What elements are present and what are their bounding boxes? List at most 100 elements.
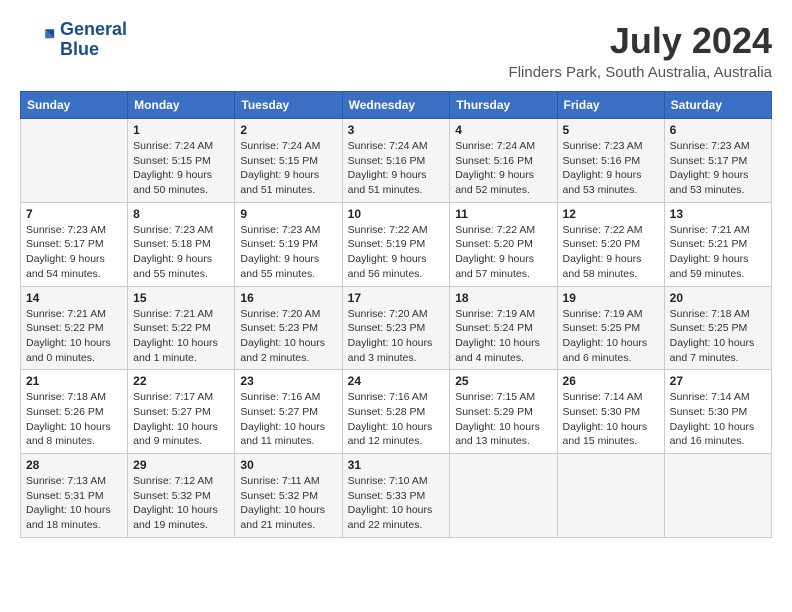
title-area: July 2024 Flinders Park, South Australia… [509, 20, 772, 81]
day-info: Sunrise: 7:11 AMSunset: 5:32 PMDaylight:… [240, 474, 336, 533]
week-row-3: 14 Sunrise: 7:21 AMSunset: 5:22 PMDayligh… [21, 286, 772, 370]
day-number: 29 [133, 458, 229, 472]
day-info: Sunrise: 7:21 AMSunset: 5:22 PMDaylight:… [133, 307, 229, 366]
day-info: Sunrise: 7:23 AMSunset: 5:19 PMDaylight:… [240, 223, 336, 282]
calendar-cell: 29 Sunrise: 7:12 AMSunset: 5:32 PMDayligh… [128, 454, 235, 538]
day-info: Sunrise: 7:20 AMSunset: 5:23 PMDaylight:… [348, 307, 445, 366]
day-number: 12 [563, 207, 659, 221]
calendar-cell: 19 Sunrise: 7:19 AMSunset: 5:25 PMDayligh… [557, 286, 664, 370]
day-info: Sunrise: 7:23 AMSunset: 5:17 PMDaylight:… [670, 139, 766, 198]
calendar-cell: 8 Sunrise: 7:23 AMSunset: 5:18 PMDaylight… [128, 202, 235, 286]
calendar-cell: 7 Sunrise: 7:23 AMSunset: 5:17 PMDaylight… [21, 202, 128, 286]
calendar-cell [557, 454, 664, 538]
calendar-cell [450, 454, 557, 538]
day-number: 22 [133, 374, 229, 388]
day-info: Sunrise: 7:23 AMSunset: 5:17 PMDaylight:… [26, 223, 122, 282]
day-info: Sunrise: 7:22 AMSunset: 5:20 PMDaylight:… [563, 223, 659, 282]
calendar-cell: 25Sunrise: 7:15 AMSunset: 5:29 PMDayligh… [450, 370, 557, 454]
day-number: 16 [240, 291, 336, 305]
month-title: July 2024 [509, 20, 772, 62]
calendar-cell: 21 Sunrise: 7:18 AMSunset: 5:26 PMDayligh… [21, 370, 128, 454]
day-number: 2 [240, 123, 336, 137]
calendar-cell: 3 Sunrise: 7:24 AMSunset: 5:16 PMDaylight… [342, 119, 450, 203]
calendar-cell: 18 Sunrise: 7:19 AMSunset: 5:24 PMDayligh… [450, 286, 557, 370]
day-info: Sunrise: 7:23 AMSunset: 5:16 PMDaylight:… [563, 139, 659, 198]
day-number: 30 [240, 458, 336, 472]
header-cell-friday: Friday [557, 92, 664, 119]
day-number: 3 [348, 123, 445, 137]
day-number: 20 [670, 291, 766, 305]
logo-text: General Blue [60, 20, 127, 60]
calendar-cell: 22 Sunrise: 7:17 AMSunset: 5:27 PMDayligh… [128, 370, 235, 454]
day-number: 8 [133, 207, 229, 221]
day-number: 21 [26, 374, 122, 388]
calendar-cell: 4Sunrise: 7:24 AMSunset: 5:16 PMDaylight… [450, 119, 557, 203]
day-number: 14 [26, 291, 122, 305]
day-info: Sunrise: 7:13 AMSunset: 5:31 PMDaylight:… [26, 474, 122, 533]
day-info: Sunrise: 7:22 AMSunset: 5:20 PMDaylight:… [455, 223, 551, 282]
day-info: Sunrise: 7:19 AMSunset: 5:25 PMDaylight:… [563, 307, 659, 366]
calendar-cell: 11 Sunrise: 7:22 AMSunset: 5:20 PMDayligh… [450, 202, 557, 286]
day-number: 1 [133, 123, 229, 137]
day-number: 18 [455, 291, 551, 305]
day-info: Sunrise: 7:24 AMSunset: 5:16 PMDaylight:… [455, 139, 551, 198]
day-info: Sunrise: 7:18 AMSunset: 5:25 PMDaylight:… [670, 307, 766, 366]
week-row-2: 7 Sunrise: 7:23 AMSunset: 5:17 PMDaylight… [21, 202, 772, 286]
calendar-cell: 9 Sunrise: 7:23 AMSunset: 5:19 PMDaylight… [235, 202, 342, 286]
week-row-1: 1 Sunrise: 7:24 AMSunset: 5:15 PMDaylight… [21, 119, 772, 203]
day-number: 15 [133, 291, 229, 305]
day-info: Sunrise: 7:23 AMSunset: 5:18 PMDaylight:… [133, 223, 229, 282]
day-number: 10 [348, 207, 445, 221]
header-cell-saturday: Saturday [664, 92, 771, 119]
logo-icon [20, 22, 56, 58]
header-cell-sunday: Sunday [21, 92, 128, 119]
header-cell-monday: Monday [128, 92, 235, 119]
calendar-body: 1 Sunrise: 7:24 AMSunset: 5:15 PMDaylight… [21, 119, 772, 538]
calendar-cell [21, 119, 128, 203]
calendar-cell: 12 Sunrise: 7:22 AMSunset: 5:20 PMDayligh… [557, 202, 664, 286]
calendar-cell: 13Sunrise: 7:21 AMSunset: 5:21 PMDayligh… [664, 202, 771, 286]
calendar-cell: 1 Sunrise: 7:24 AMSunset: 5:15 PMDaylight… [128, 119, 235, 203]
header-row: SundayMondayTuesdayWednesdayThursdayFrid… [21, 92, 772, 119]
header: General Blue July 2024 Flinders Park, So… [20, 20, 772, 81]
day-info: Sunrise: 7:14 AMSunset: 5:30 PMDaylight:… [670, 390, 766, 449]
day-info: Sunrise: 7:24 AMSunset: 5:16 PMDaylight:… [348, 139, 445, 198]
day-number: 19 [563, 291, 659, 305]
day-info: Sunrise: 7:24 AMSunset: 5:15 PMDaylight:… [133, 139, 229, 198]
day-info: Sunrise: 7:22 AMSunset: 5:19 PMDaylight:… [348, 223, 445, 282]
day-number: 27 [670, 374, 766, 388]
day-number: 26 [563, 374, 659, 388]
calendar-cell: 5 Sunrise: 7:23 AMSunset: 5:16 PMDaylight… [557, 119, 664, 203]
logo: General Blue [20, 20, 127, 60]
calendar-cell: 30 Sunrise: 7:11 AMSunset: 5:32 PMDayligh… [235, 454, 342, 538]
day-number: 7 [26, 207, 122, 221]
day-info: Sunrise: 7:16 AMSunset: 5:28 PMDaylight:… [348, 390, 445, 449]
day-info: Sunrise: 7:21 AMSunset: 5:22 PMDaylight:… [26, 307, 122, 366]
calendar-cell: 6Sunrise: 7:23 AMSunset: 5:17 PMDaylight… [664, 119, 771, 203]
calendar-cell: 16Sunrise: 7:20 AMSunset: 5:23 PMDayligh… [235, 286, 342, 370]
calendar-cell: 28Sunrise: 7:13 AMSunset: 5:31 PMDayligh… [21, 454, 128, 538]
day-number: 25 [455, 374, 551, 388]
week-row-5: 28Sunrise: 7:13 AMSunset: 5:31 PMDayligh… [21, 454, 772, 538]
calendar-cell: 27 Sunrise: 7:14 AMSunset: 5:30 PMDayligh… [664, 370, 771, 454]
day-number: 9 [240, 207, 336, 221]
day-number: 24 [348, 374, 445, 388]
day-info: Sunrise: 7:19 AMSunset: 5:24 PMDaylight:… [455, 307, 551, 366]
day-info: Sunrise: 7:12 AMSunset: 5:32 PMDaylight:… [133, 474, 229, 533]
day-number: 11 [455, 207, 551, 221]
calendar-cell: 26Sunrise: 7:14 AMSunset: 5:30 PMDayligh… [557, 370, 664, 454]
day-info: Sunrise: 7:24 AMSunset: 5:15 PMDaylight:… [240, 139, 336, 198]
calendar-cell: 2 Sunrise: 7:24 AMSunset: 5:15 PMDaylight… [235, 119, 342, 203]
day-info: Sunrise: 7:17 AMSunset: 5:27 PMDaylight:… [133, 390, 229, 449]
calendar-cell: 20 Sunrise: 7:18 AMSunset: 5:25 PMDayligh… [664, 286, 771, 370]
calendar-cell: 31Sunrise: 7:10 AMSunset: 5:33 PMDayligh… [342, 454, 450, 538]
day-number: 17 [348, 291, 445, 305]
day-number: 5 [563, 123, 659, 137]
day-info: Sunrise: 7:18 AMSunset: 5:26 PMDaylight:… [26, 390, 122, 449]
location-title: Flinders Park, South Australia, Australi… [509, 64, 772, 81]
week-row-4: 21 Sunrise: 7:18 AMSunset: 5:26 PMDayligh… [21, 370, 772, 454]
calendar-cell: 14 Sunrise: 7:21 AMSunset: 5:22 PMDayligh… [21, 286, 128, 370]
calendar-cell: 10 Sunrise: 7:22 AMSunset: 5:19 PMDayligh… [342, 202, 450, 286]
day-number: 13 [670, 207, 766, 221]
calendar-cell: 17 Sunrise: 7:20 AMSunset: 5:23 PMDayligh… [342, 286, 450, 370]
